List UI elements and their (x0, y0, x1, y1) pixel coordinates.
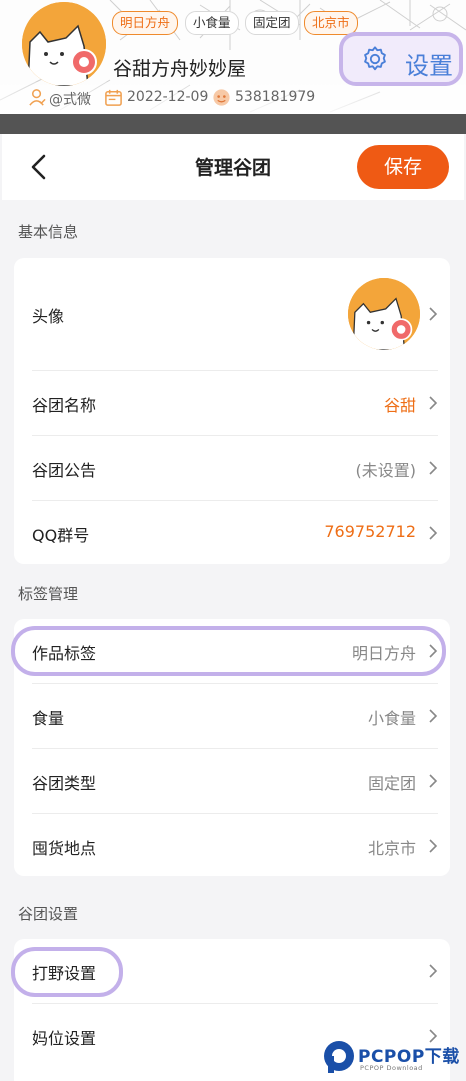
pcpop-logo-icon (324, 1041, 354, 1073)
chevron-right-icon (429, 964, 438, 978)
chevron-right-icon (429, 709, 438, 723)
manage-group-page: 管理谷团 保存 基本信息 头像 谷团名称 谷甜 谷团公告 (未设置) QQ群号 … (2, 134, 464, 1081)
group-avatar[interactable] (22, 2, 106, 86)
basic-info-card: 头像 谷团名称 谷甜 谷团公告 (未设置) QQ群号 769752712 (14, 258, 450, 564)
tag-management-card: 作品标签 明日方舟 食量 小食量 谷团类型 固定团 囤货地点 北京市 (14, 619, 450, 876)
group-notice-row[interactable]: 谷团公告 (未设置) (14, 436, 450, 500)
stock-location-value: 北京市 (367, 839, 416, 858)
settings-button[interactable]: 设置 (339, 32, 463, 86)
chevron-right-icon (429, 396, 438, 410)
group-name: 谷甜方舟妙妙屋 (113, 58, 247, 80)
chevron-right-icon (429, 774, 438, 788)
mom-settings-label: 妈位设置 (32, 1029, 97, 1048)
chevron-right-icon (429, 644, 438, 658)
created-date: 2022-12-09 (127, 89, 209, 105)
group-notice-label: 谷团公告 (32, 461, 97, 480)
pcpop-watermark: PCPOP下载 PCPOP Download (322, 1037, 466, 1077)
group-banner: 明日方舟 小食量 固定团 北京市 谷甜方舟妙妙屋 @式微 2022-12-09 … (0, 0, 466, 114)
work-tag-value: 明日方舟 (351, 644, 416, 663)
chevron-right-icon (429, 839, 438, 853)
gear-icon (364, 46, 386, 71)
nav-bar: 管理谷团 保存 (2, 134, 464, 200)
group-name-label: 谷团名称 (32, 396, 97, 415)
chevron-right-icon (429, 307, 438, 321)
calendar-icon (105, 89, 122, 106)
group-type-row[interactable]: 谷团类型 固定团 (14, 749, 450, 813)
tag-type: 固定团 (245, 11, 299, 35)
wild-settings-row[interactable]: 打野设置 (14, 939, 450, 1003)
group-notice-value: (未设置) (355, 461, 417, 480)
chevron-right-icon (429, 461, 438, 475)
stock-location-row[interactable]: 囤货地点 北京市 (14, 814, 450, 876)
section-title-group-settings: 谷团设置 (18, 905, 79, 923)
owner-name: @式微 (49, 92, 91, 108)
save-button[interactable]: 保存 (357, 145, 449, 189)
cat-avatar-icon (348, 278, 420, 350)
qq-group-label: QQ群号 (32, 526, 90, 545)
group-name-value: 谷甜 (383, 396, 416, 415)
group-type-label: 谷团类型 (32, 774, 97, 793)
stock-location-label: 囤货地点 (32, 839, 97, 858)
qq-group-row[interactable]: QQ群号 769752712 (14, 501, 450, 564)
tag-work: 明日方舟 (112, 11, 179, 35)
chevron-right-icon (429, 526, 438, 540)
tag-food: 小食量 (185, 11, 239, 35)
section-title-basic: 基本信息 (18, 223, 79, 241)
section-title-tags: 标签管理 (18, 585, 79, 603)
watermark-sub: PCPOP Download (360, 1064, 423, 1072)
group-type-value: 固定团 (367, 774, 416, 793)
tag-location: 北京市 (304, 11, 358, 35)
settings-label: 设置 (405, 52, 453, 80)
wild-settings-label: 打野设置 (32, 964, 97, 983)
verified-user-icon (29, 89, 46, 106)
group-name-row[interactable]: 谷团名称 谷甜 (14, 371, 450, 435)
group-id: 538181979 (235, 89, 316, 105)
group-id-icon (213, 89, 230, 106)
food-amount-value: 小食量 (367, 709, 416, 728)
work-tag-row[interactable]: 作品标签 明日方舟 (14, 619, 450, 683)
section-divider (0, 114, 466, 134)
qq-group-value: 769752712 (324, 522, 416, 541)
cat-avatar-icon (22, 2, 106, 86)
avatar (348, 278, 420, 350)
avatar-row[interactable]: 头像 (14, 258, 450, 370)
work-tag-label: 作品标签 (32, 644, 97, 663)
food-amount-row[interactable]: 食量 小食量 (14, 684, 450, 748)
food-amount-label: 食量 (32, 709, 65, 728)
avatar-label: 头像 (32, 307, 65, 326)
